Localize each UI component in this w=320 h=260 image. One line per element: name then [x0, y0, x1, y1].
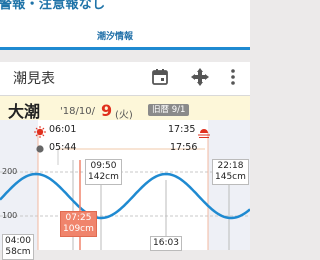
tide-time: 04:00 — [5, 236, 31, 246]
tide-height: 145cm — [215, 172, 246, 182]
warning-status: 警報・注意報なし — [0, 0, 106, 12]
moon-icon — [36, 145, 44, 153]
lunar-date-badge: 旧暦 9/1 — [148, 104, 190, 116]
date-prefix: '18/10/ — [60, 106, 95, 117]
date-weekday: (火) — [115, 110, 133, 121]
tide-time: 16:03 — [153, 238, 179, 248]
moonrise-time: 05:44 — [49, 142, 77, 153]
move-icon[interactable] — [190, 67, 210, 91]
tide-time: 09:50 — [90, 161, 117, 171]
tide-card: 潮見表 大潮 '18/10/ 9 (火) 旧暦 9/1 06:01 17:35 … — [0, 62, 250, 260]
tide-time: 22:18 — [217, 161, 244, 171]
tide-type: 大潮 — [8, 102, 41, 121]
tide-time: 07:25 — [65, 213, 92, 223]
tide-high-1[interactable]: 09:50 142cm — [85, 159, 122, 185]
moonset-time: 17:56 — [170, 142, 198, 153]
sunrise-time: 06:01 — [49, 124, 77, 135]
sunset-time: 17:35 — [168, 124, 196, 135]
tide-current[interactable]: 07:25 109cm — [60, 211, 97, 237]
tide-high-2[interactable]: 22:18 145cm — [212, 159, 249, 185]
y-axis-label: 100 — [2, 211, 18, 220]
more-vert-icon[interactable] — [228, 68, 238, 90]
tab-indicator — [0, 47, 250, 50]
tab-tide-info[interactable]: 潮汐情報 — [97, 29, 133, 42]
tide-height: 142cm — [88, 172, 119, 182]
tide-chart-svg — [0, 120, 250, 250]
toolbar-title: 潮見表 — [13, 71, 55, 87]
date-day: 9 — [101, 101, 113, 120]
y-axis-label: 200 — [2, 167, 18, 176]
tide-low-2[interactable]: 16:03 — [150, 236, 182, 251]
calendar-icon[interactable] — [151, 68, 169, 90]
tide-height: 58cm — [5, 247, 31, 257]
tide-chart: 06:01 17:35 05:44 17:56 200 100 09:50 14… — [0, 120, 250, 260]
tide-height: 109cm — [63, 224, 94, 234]
tide-low-1[interactable]: 04:00 58cm — [2, 234, 34, 260]
header-bar: 警報・注意報なし 潮汐情報 — [0, 0, 250, 50]
